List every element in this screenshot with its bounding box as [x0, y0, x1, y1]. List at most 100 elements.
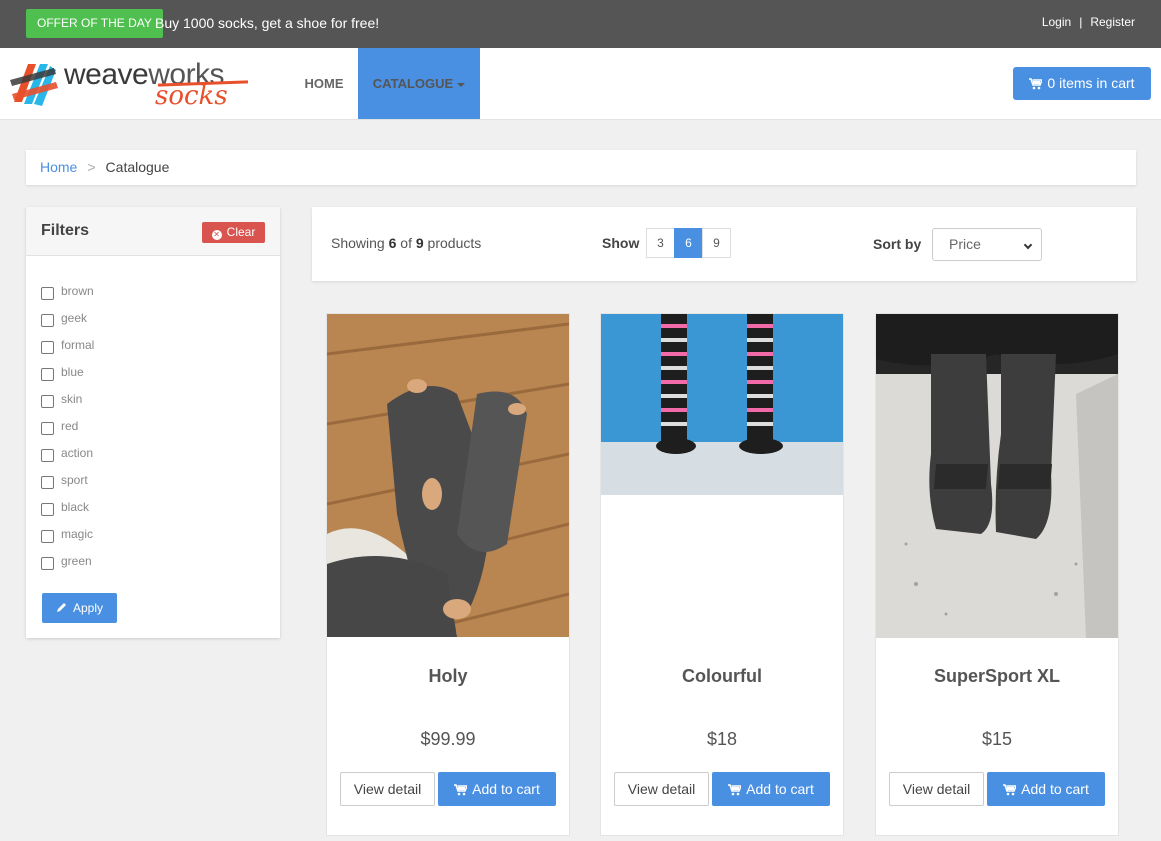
sort-select[interactable]: Price [932, 228, 1042, 261]
product-card-supersport-xl: SuperSport XL $15 View detail Add to car… [875, 313, 1119, 836]
cart-icon [1029, 78, 1043, 90]
nav-home[interactable]: HOME [290, 48, 358, 119]
add-to-cart-label: Add to cart [472, 781, 540, 797]
filter-item[interactable]: magic [41, 527, 94, 554]
view-detail-button[interactable]: View detail [614, 772, 709, 806]
register-link[interactable]: Register [1090, 15, 1135, 29]
showing-number: 6 [388, 235, 397, 251]
filter-label: brown [61, 284, 94, 298]
filter-checkbox[interactable] [41, 368, 54, 381]
product-image[interactable] [327, 314, 569, 637]
view-detail-button[interactable]: View detail [889, 772, 984, 806]
filter-label: black [61, 500, 90, 514]
filters-title: Filters [41, 222, 90, 239]
clear-label: Clear [226, 225, 256, 239]
cart-button[interactable]: 0 items in cart [1013, 67, 1151, 100]
cart-icon [728, 784, 742, 796]
offer-badge[interactable]: OFFER OF THE DAY [26, 9, 163, 38]
filter-label: formal [61, 338, 95, 352]
show-label: Show [602, 235, 640, 251]
page-size-6[interactable]: 6 [674, 228, 703, 258]
filter-checkbox[interactable] [41, 287, 54, 300]
chevron-down-icon [1023, 240, 1033, 250]
auth-links: Login | Register [1042, 15, 1135, 29]
filter-checkbox[interactable] [41, 503, 54, 516]
breadcrumb-separator: > [87, 159, 96, 175]
filter-checkbox[interactable] [41, 314, 54, 327]
sort-value: Price [949, 236, 981, 252]
filter-item[interactable]: skin [41, 392, 94, 419]
product-card-holy: Holy $99.99 View detail Add to cart [326, 313, 570, 836]
navbar: weaveworks socks HOME CATALOGUE 0 items … [0, 48, 1161, 120]
filter-label: red [61, 419, 79, 433]
sort-label: Sort by [873, 236, 922, 252]
login-link[interactable]: Login [1042, 15, 1071, 29]
filter-checkbox[interactable] [41, 476, 54, 489]
cart-icon [454, 784, 468, 796]
page-size-3[interactable]: 3 [646, 228, 675, 258]
filter-checkbox[interactable] [41, 341, 54, 354]
weaveworks-logo-icon [10, 64, 58, 106]
filter-label: green [61, 554, 92, 568]
filter-item[interactable]: red [41, 419, 94, 446]
filter-checkbox[interactable] [41, 449, 54, 462]
add-to-cart-button[interactable]: Add to cart [438, 772, 556, 806]
filters-panel: Filters ✕ Clear brown geek formal blue sk… [26, 207, 280, 638]
filter-item[interactable]: action [41, 446, 94, 473]
filter-label: sport [61, 473, 88, 487]
nav-catalogue[interactable]: CATALOGUE [358, 48, 480, 119]
filter-item[interactable]: sport [41, 473, 94, 500]
filter-item[interactable]: green [41, 554, 94, 581]
pencil-icon [56, 603, 66, 612]
showing-suffix: products [427, 235, 482, 251]
catalogue-toolbar: Showing 6 of 9 products Show 3 6 9 Sort … [312, 207, 1136, 281]
filter-item[interactable]: geek [41, 311, 94, 338]
filter-checkbox[interactable] [41, 530, 54, 543]
auth-separator: | [1079, 15, 1083, 29]
filter-label: geek [61, 311, 88, 325]
filter-label: skin [61, 392, 83, 406]
showing-count: Showing 6 of 9 products [331, 235, 481, 251]
caret-down-icon [457, 82, 466, 87]
product-price: $18 [706, 729, 738, 749]
filter-label: magic [61, 527, 94, 541]
add-to-cart-label: Add to cart [1021, 781, 1089, 797]
breadcrumb: Home > Catalogue [26, 150, 1136, 185]
filter-item[interactable]: blue [41, 365, 94, 392]
clear-filters-button[interactable]: ✕ Clear [202, 222, 265, 243]
filter-checkbox[interactable] [41, 395, 54, 408]
product-price: $15 [981, 729, 1013, 749]
apply-label: Apply [72, 601, 104, 615]
filter-checkbox[interactable] [41, 557, 54, 570]
offer-text: Buy 1000 socks, get a shoe for free! [155, 15, 380, 31]
product-image[interactable] [876, 314, 1118, 638]
logo[interactable]: weaveworks socks [10, 58, 250, 111]
cart-label: 0 items in cart [1047, 75, 1135, 91]
page-size-selector: 3 6 9 [646, 228, 731, 258]
filter-list: brown geek formal blue skin red action s… [41, 284, 94, 581]
breadcrumb-home[interactable]: Home [40, 159, 77, 175]
showing-total: 9 [415, 235, 424, 251]
nav-catalogue-label: CATALOGUE [372, 76, 454, 91]
top-bar: OFFER OF THE DAY Buy 1000 socks, get a s… [0, 0, 1161, 48]
add-to-cart-label: Add to cart [746, 781, 814, 797]
logo-word-weave: weave [64, 58, 149, 91]
logo-socks: socks [155, 81, 228, 111]
product-name[interactable]: SuperSport XL [876, 666, 1118, 687]
showing-of: of [400, 235, 412, 251]
add-to-cart-button[interactable]: Add to cart [987, 772, 1105, 806]
filter-item[interactable]: formal [41, 338, 94, 365]
product-name[interactable]: Holy [327, 666, 569, 687]
apply-filters-button[interactable]: Apply [42, 593, 117, 623]
filter-item[interactable]: brown [41, 284, 94, 311]
product-price: $99.99 [420, 729, 476, 749]
product-image[interactable] [601, 314, 843, 495]
filter-label: blue [61, 365, 84, 379]
view-detail-button[interactable]: View detail [340, 772, 435, 806]
filter-checkbox[interactable] [41, 422, 54, 435]
product-name[interactable]: Colourful [601, 666, 843, 687]
page-size-9[interactable]: 9 [702, 228, 731, 258]
showing-prefix: Showing [331, 235, 385, 251]
filter-item[interactable]: black [41, 500, 94, 527]
add-to-cart-button[interactable]: Add to cart [712, 772, 830, 806]
